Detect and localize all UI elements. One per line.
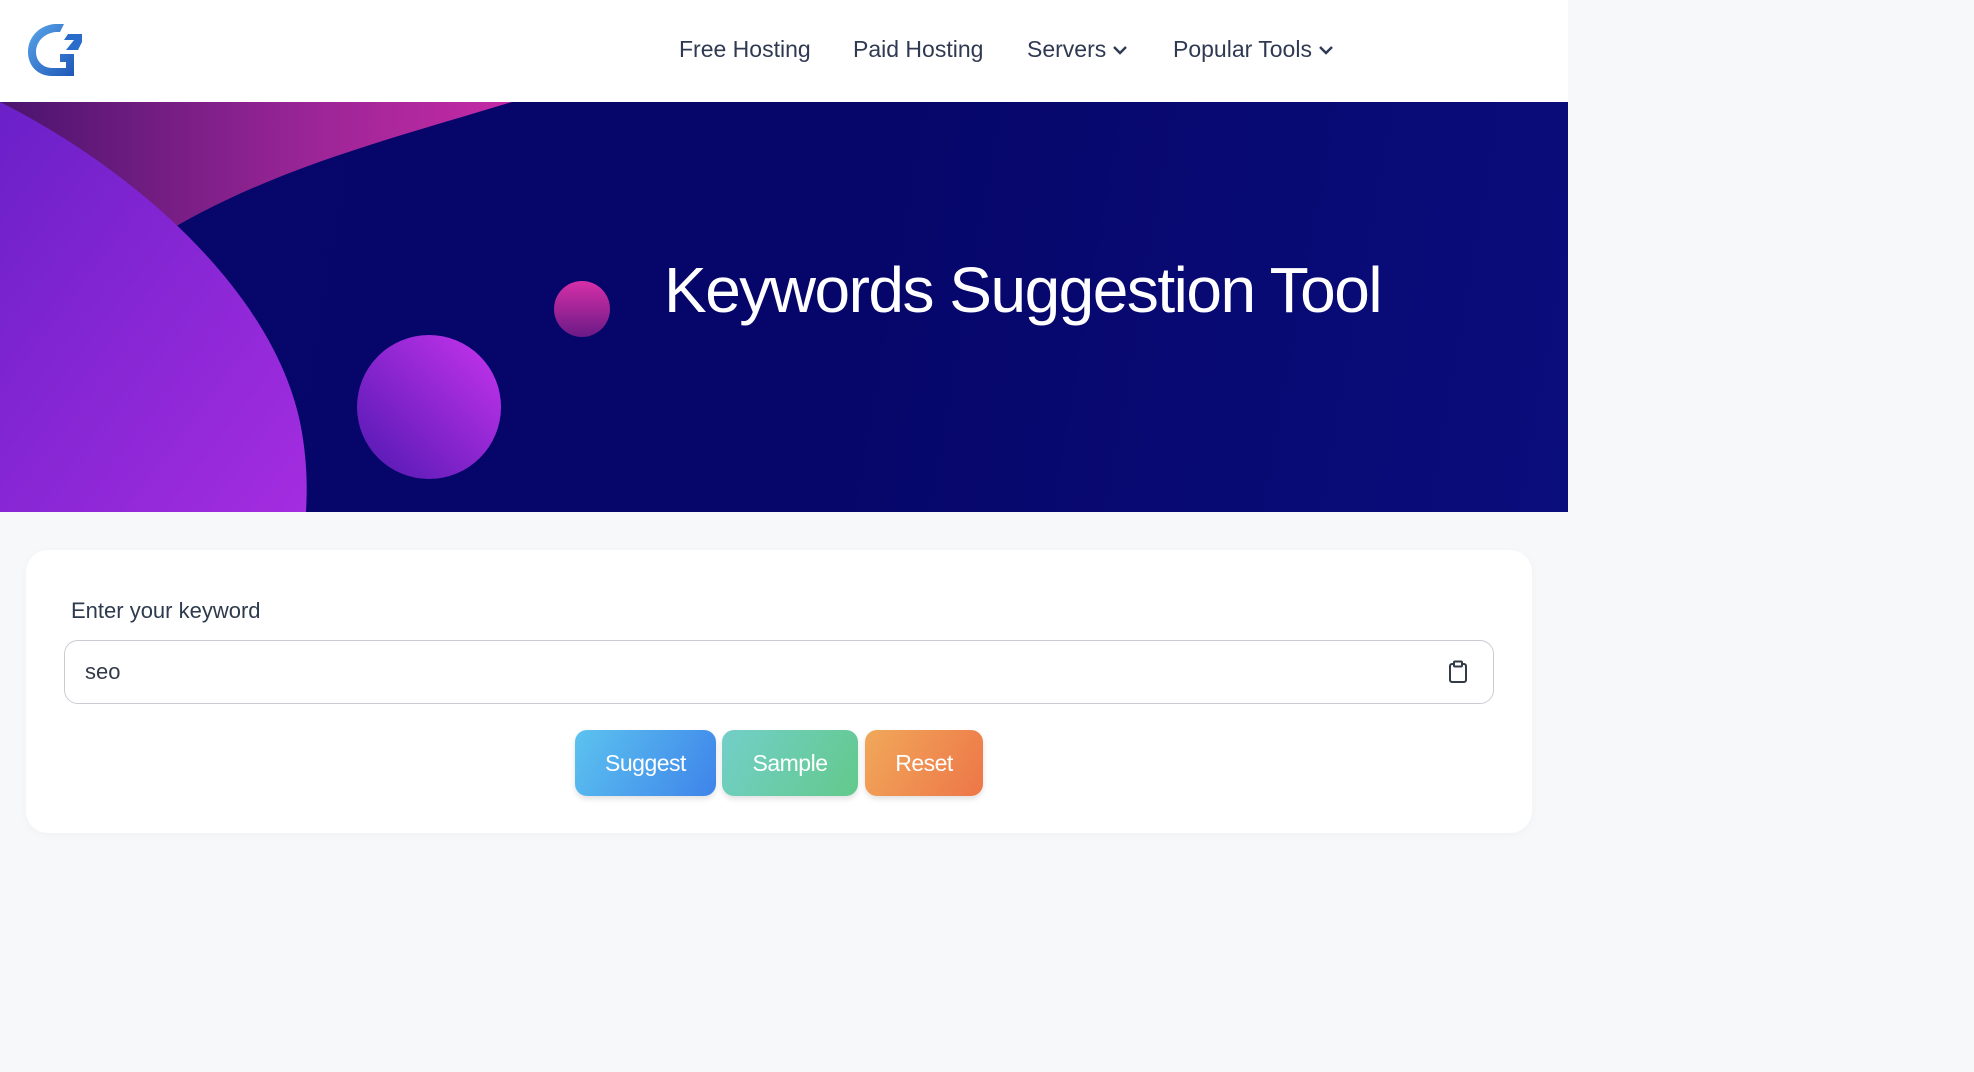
nav-servers-label: Servers <box>1027 36 1107 62</box>
sample-button[interactable]: Sample <box>722 730 858 796</box>
chevron-down-icon <box>1319 45 1333 55</box>
nav-servers[interactable]: Servers <box>1027 36 1128 63</box>
site-header: Free Hosting Paid Hosting Servers Popula… <box>0 0 1568 102</box>
nav-paid-hosting[interactable]: Paid Hosting <box>853 36 983 63</box>
nav-free-hosting-label: Free Hosting <box>679 36 811 62</box>
nav-free-hosting[interactable]: Free Hosting <box>679 36 811 63</box>
decorative-circle-large <box>357 335 501 479</box>
keyword-form-card: Enter your keyword Suggest Sample Reset <box>26 550 1532 833</box>
chevron-down-icon <box>1113 45 1128 55</box>
reset-button[interactable]: Reset <box>865 730 983 796</box>
keyword-input-wrapper <box>64 640 1494 704</box>
keyword-field-label: Enter your keyword <box>71 598 261 623</box>
decorative-circle-small <box>554 281 610 337</box>
hero-banner: Keywords Suggestion Tool <box>0 102 1568 512</box>
nav-popular-tools-label: Popular Tools <box>1173 36 1312 62</box>
clipboard-icon[interactable] <box>1447 660 1469 684</box>
nav-paid-hosting-label: Paid Hosting <box>853 36 984 62</box>
suggest-button[interactable]: Suggest <box>575 730 716 796</box>
page-title: Keywords Suggestion Tool <box>664 254 1383 326</box>
nav-popular-tools[interactable]: Popular Tools <box>1173 36 1334 63</box>
main-nav: Free Hosting Paid Hosting Servers Popula… <box>0 0 1568 102</box>
keyword-input[interactable] <box>83 641 1423 702</box>
